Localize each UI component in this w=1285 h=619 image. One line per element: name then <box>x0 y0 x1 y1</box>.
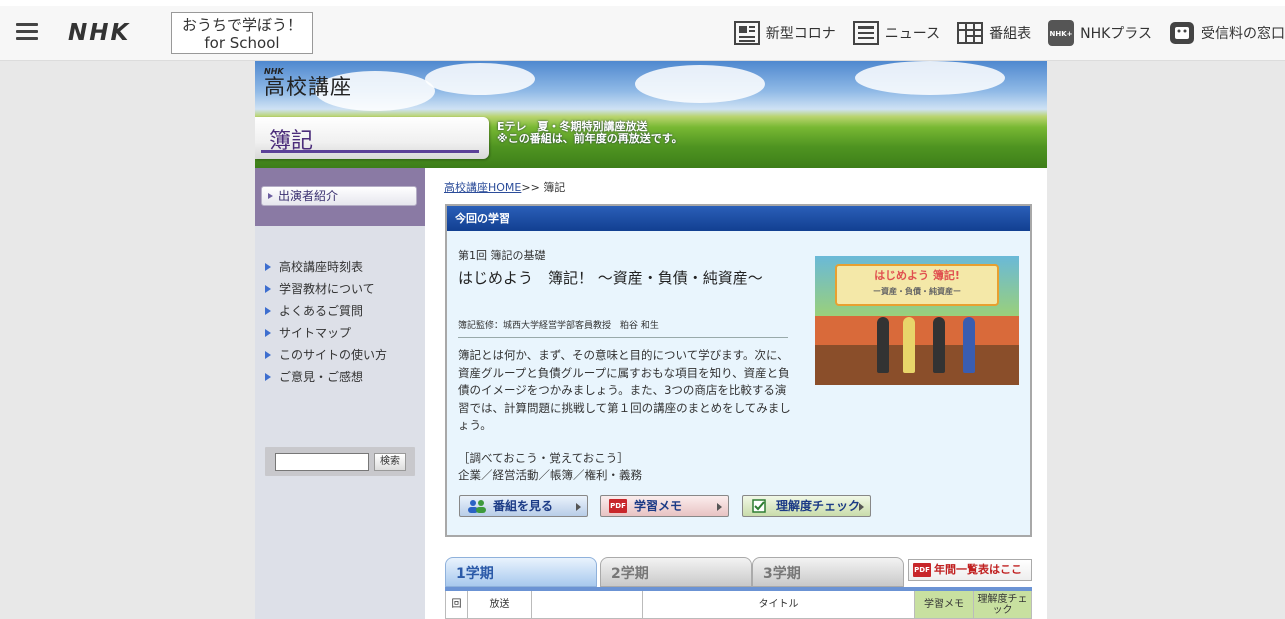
current-lesson-panel: 今回の学習 第1回 簿記の基礎 はじめよう 簿記！ ～資産・負債・純資産～ 簿記… <box>445 204 1032 537</box>
people-icon <box>468 500 486 513</box>
nav-news-label: ニュース <box>884 26 941 42</box>
breadcrumb-home-link[interactable]: 高校講座HOME <box>444 181 521 194</box>
svg-text:NHK+: NHK+ <box>1050 30 1073 38</box>
search-button[interactable]: 検索 <box>374 453 406 471</box>
lesson-description: 簿記とは何か、まず、その意味と目的について学びます。次に、資産グループと負債グル… <box>458 348 791 432</box>
nhk-plus-icon: NHK+ <box>1048 20 1075 46</box>
nav-program-guide-label: 番組表 <box>989 26 1032 42</box>
pdf-icon: PDF <box>913 563 931 577</box>
sidebar-menu: 高校講座時刻表 学習教材について よくあるご質問 サイトマップ このサイトの使い… <box>265 256 387 388</box>
breadcrumb-separator: >> <box>521 181 544 194</box>
cast-profile-button[interactable]: 出演者紹介 <box>261 186 417 206</box>
term-tabs: 1学期 2学期 3学期 PDF 年間一覧表はここ <box>445 555 1032 587</box>
nav-program-guide[interactable]: 番組表 <box>956 19 1031 47</box>
current-lesson-header: 今回の学習 <box>447 206 1030 231</box>
lesson-thumbnail[interactable]: はじめよう 簿記! ー資産・負債・純資産ー <box>815 256 1019 385</box>
yearly-schedule-link[interactable]: PDF 年間一覧表はここ <box>908 559 1032 581</box>
page-container: NHK 高校講座 簿記 Eテレ 夏・冬期特別講座放送 ※この番組は、前年度の再放… <box>255 61 1047 619</box>
col-blank <box>532 591 643 619</box>
sidebar-item-howto[interactable]: このサイトの使い方 <box>265 344 387 366</box>
study-points-title: ［調べておこう・覚えておこう］ <box>458 451 629 465</box>
nav-fee-label: 受信料の窓口 <box>1201 26 1285 42</box>
breadcrumb-current: 簿記 <box>543 181 566 194</box>
program-guide-icon <box>957 22 984 44</box>
supervisor-credit: 簿記監修：城西大学経営学部客員教授 粕谷 和生 <box>458 321 659 331</box>
for-school-line1: おうちで学ぼう！ <box>181 16 302 34</box>
breadcrumb: 高校講座HOME>> 簿記 <box>444 179 565 195</box>
checkbox-icon <box>752 499 766 513</box>
hamburger-menu-icon[interactable] <box>16 23 38 41</box>
col-study-memo: 学習メモ <box>915 591 974 619</box>
kouza-logo-text: 高校講座 <box>264 75 352 99</box>
tab-term-1[interactable]: 1学期 <box>445 557 597 587</box>
thumbnail-subtitle: ー資産・負債・純資産ー <box>873 287 961 296</box>
tab-term-3[interactable]: 3学期 <box>752 557 904 587</box>
sidebar-item-faq[interactable]: よくあるご質問 <box>265 300 387 322</box>
watch-program-button[interactable]: 番組を見る <box>459 495 588 517</box>
for-school-link[interactable]: おうちで学ぼう！ for School <box>171 12 313 54</box>
sidebar-item-sitemap[interactable]: サイトマップ <box>265 322 387 344</box>
presenter-figure <box>903 317 915 373</box>
study-points: ［調べておこう・覚えておこう］ 企業／経営活動／帳簿／権利・義務 <box>458 450 792 484</box>
yearly-schedule-label: 年間一覧表はここ <box>934 563 1022 576</box>
nav-corona[interactable]: 新型コロナ <box>733 19 836 47</box>
col-broadcast: 放送 <box>468 591 532 619</box>
thumbnail-floor <box>815 345 1019 385</box>
study-memo-button[interactable]: PDF 学習メモ <box>600 495 729 517</box>
broadcast-note-line2: ※この番組は、前年度の再放送です。 <box>497 132 683 145</box>
fee-icon <box>1170 22 1194 44</box>
col-title: タイトル <box>643 591 915 619</box>
presenter-figure <box>933 317 945 373</box>
nhk-logo[interactable]: NHK <box>68 20 130 46</box>
cloud-decoration <box>855 61 1005 95</box>
nav-fee[interactable]: 受信料の窓口 <box>1168 19 1285 47</box>
watch-program-label: 番組を見る <box>493 499 554 513</box>
sidebar-item-timetable[interactable]: 高校講座時刻表 <box>265 256 387 278</box>
study-points-items: 企業／経営活動／帳簿／権利・義務 <box>458 468 642 482</box>
tab-term-2[interactable]: 2学期 <box>600 557 752 587</box>
news-icon <box>852 21 879 45</box>
comprehension-check-label: 理解度チェック <box>776 499 861 513</box>
divider <box>458 337 788 338</box>
nav-nhk-plus-label: NHKプラス <box>1080 26 1152 42</box>
sidebar <box>255 168 425 619</box>
thumbnail-title-card: はじめよう 簿記! ー資産・負債・純資産ー <box>835 264 999 306</box>
subject-title-plate: 簿記 <box>255 117 489 159</box>
sidebar-item-feedback[interactable]: ご意見・ご感想 <box>265 366 387 388</box>
header-banner: NHK 高校講座 簿記 Eテレ 夏・冬期特別講座放送 ※この番組は、前年度の再放… <box>255 61 1047 168</box>
cloud-decoration <box>635 65 765 103</box>
nav-corona-label: 新型コロナ <box>765 26 836 42</box>
top-navigation-bar: NHK おうちで学ぼう！ for School 新型コロナ ニュース 番組表 N… <box>0 0 1285 61</box>
nav-news[interactable]: ニュース <box>852 19 940 47</box>
cloud-decoration <box>425 63 535 95</box>
pdf-icon: PDF <box>609 499 627 513</box>
profile-section: 出演者紹介 <box>255 168 425 226</box>
study-memo-label: 学習メモ <box>634 499 683 513</box>
site-search: 検索 <box>265 447 415 476</box>
top-nav-links: 新型コロナ ニュース 番組表 NHK+ NHKプラス 受信料の窓口 <box>717 16 1285 50</box>
for-school-line2: for School <box>204 34 280 52</box>
col-comprehension-check: 理解度チェック <box>974 591 1032 619</box>
thumbnail-title: はじめよう 簿記! <box>874 269 960 282</box>
nav-nhk-plus[interactable]: NHK+ NHKプラス <box>1047 19 1152 47</box>
episode-table-header: 回 放送 タイトル 学習メモ 理解度チェック <box>445 591 1032 619</box>
news-corona-icon <box>733 21 760 45</box>
comprehension-check-button[interactable]: 理解度チェック <box>742 495 871 517</box>
col-episode-number: 回 <box>446 591 468 619</box>
lesson-title: はじめよう 簿記！ ～資産・負債・純資産～ <box>458 269 763 287</box>
broadcast-note: Eテレ 夏・冬期特別講座放送 ※この番組は、前年度の再放送です。 <box>497 121 683 145</box>
presenter-figure <box>963 317 975 373</box>
kouza-logo[interactable]: NHK 高校講座 <box>264 67 352 98</box>
episode-label: 第1回 簿記の基礎 <box>458 249 546 262</box>
presenter-figure <box>877 317 889 373</box>
sidebar-item-materials[interactable]: 学習教材について <box>265 278 387 300</box>
subject-underline <box>261 150 479 153</box>
search-input[interactable] <box>275 453 369 471</box>
